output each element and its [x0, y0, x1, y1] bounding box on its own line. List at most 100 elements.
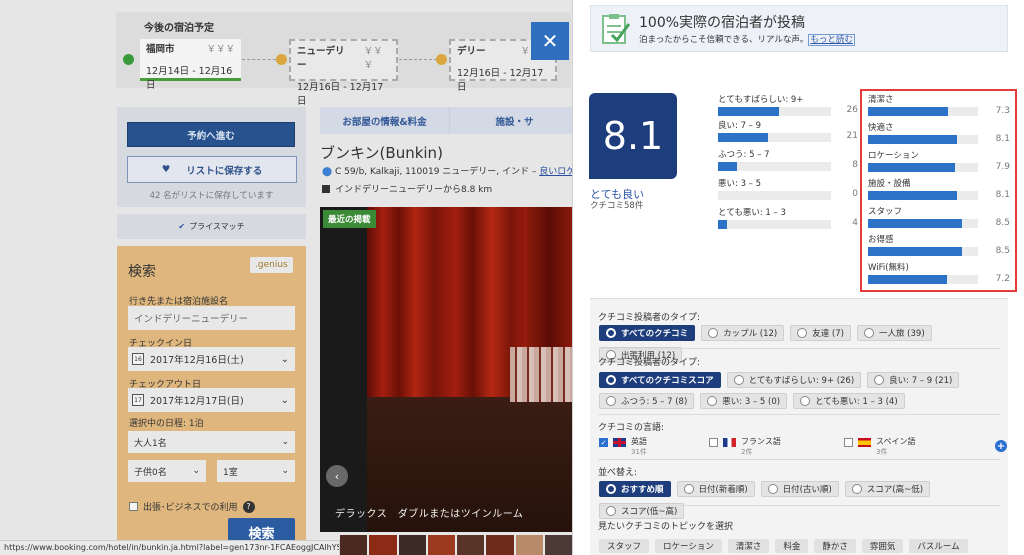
- thumbnail[interactable]: [427, 535, 455, 555]
- filter-option[interactable]: すべてのクチコミスコア: [599, 372, 721, 388]
- score-breakdown-row[interactable]: ふつう: 5 – 7 8: [718, 148, 858, 171]
- breakdown-bar-fill: [718, 107, 780, 116]
- breakdown-count: 26: [846, 105, 858, 115]
- filter-option[interactable]: 一人旅 (39): [856, 325, 932, 341]
- language-count: 31件: [631, 448, 647, 456]
- tab-rooms[interactable]: お部屋の情報&料金: [320, 107, 450, 134]
- sort-option-label: 日付(古い順): [782, 485, 832, 495]
- language-option[interactable]: フランス語 2件: [709, 436, 781, 457]
- checkbox[interactable]: [709, 438, 718, 447]
- language-name: 英語: [631, 437, 647, 446]
- rooms-select[interactable]: 1室 ⌄: [217, 460, 295, 482]
- chevron-down-icon: ⌄: [280, 353, 289, 365]
- topic-options: スタッフ ロケーション 清潔さ 料金 静かさ 雰囲気 バスルーム: [599, 539, 1004, 553]
- thumbnail[interactable]: [369, 535, 397, 555]
- price-match-link[interactable]: ✔ プライスマッチ: [117, 214, 306, 239]
- category-score: 8.1: [995, 134, 1010, 144]
- topic-chip[interactable]: 料金: [775, 539, 809, 553]
- sort-option[interactable]: おすすめ順: [599, 481, 671, 497]
- read-more-link[interactable]: もっと読む: [808, 34, 855, 46]
- filter-option-label: すべてのクチコミ: [621, 329, 689, 339]
- chevron-down-icon: ⌄: [281, 437, 289, 447]
- language-option[interactable]: ✓ 英語 31件: [599, 436, 647, 457]
- checkbox-checked-icon[interactable]: ✓: [599, 438, 608, 447]
- score-breakdown-row[interactable]: 良い: 7 – 9 21: [718, 119, 858, 142]
- checkout-select[interactable]: 17 2017年12月17日(日) ⌄: [128, 388, 295, 412]
- saved-count: 42 名がリストに保存しています: [149, 191, 274, 201]
- children-select[interactable]: 子供0名 ⌄: [128, 460, 206, 482]
- hotel-photo[interactable]: 最近の掲載 ‹ デラックス ダブルまたはツインルーム: [320, 207, 572, 532]
- category-label: 快適さ: [868, 123, 894, 133]
- reviews-panel: 100%実際の宿泊者が投稿 泊まったからこそ信頼できる、リアルな声。 もっと読む …: [572, 0, 1024, 555]
- business-checkbox[interactable]: [129, 502, 138, 511]
- heart-icon: ♥: [161, 164, 171, 175]
- radio-icon: [606, 396, 616, 406]
- category-bar-fill: [868, 163, 955, 172]
- topic-chip[interactable]: バスルーム: [909, 539, 968, 553]
- language-count: 2件: [741, 448, 753, 456]
- filter-option[interactable]: とても悪い: 1 – 3 (4): [793, 393, 905, 409]
- radio-icon: [606, 375, 616, 385]
- filter-option[interactable]: ふつう: 5 – 7 (8): [599, 393, 695, 409]
- close-button[interactable]: ✕: [531, 22, 569, 60]
- topic-chip[interactable]: ロケーション: [655, 539, 722, 553]
- radio-icon: [851, 484, 862, 494]
- reserve-button[interactable]: 予約へ進む: [127, 122, 295, 147]
- category-bar: [868, 219, 978, 228]
- sort-option[interactable]: スコア(高~低): [844, 481, 931, 497]
- previous-photo-button[interactable]: ‹: [326, 465, 348, 487]
- help-icon[interactable]: ?: [242, 500, 255, 513]
- tab-facilities[interactable]: 施設・サ: [450, 107, 580, 134]
- trip-card[interactable]: 福岡市 ￥￥￥ 12月14日 - 12月16日: [140, 39, 241, 91]
- breakdown-count: 21: [846, 131, 858, 141]
- score-breakdown-row[interactable]: 悪い: 3 – 5 0: [718, 177, 858, 200]
- checkbox[interactable]: [844, 438, 853, 447]
- score-breakdown-row[interactable]: とても悪い: 1 – 3 4: [718, 206, 858, 229]
- thumbnail[interactable]: [544, 535, 572, 555]
- hotel-tabs: お部屋の情報&料金 施設・サ: [320, 107, 580, 134]
- filter-option[interactable]: カップル (12): [701, 325, 785, 341]
- more-languages-plus-icon[interactable]: +: [995, 440, 1007, 452]
- thumbnail[interactable]: [486, 535, 514, 555]
- calendar-icon: 16: [132, 353, 144, 365]
- filter-option[interactable]: 友達 (7): [790, 325, 851, 341]
- score-breakdown-row[interactable]: とてもすばらしい: 9+ 26: [718, 93, 858, 116]
- sort-options: おすすめ順 日付(新着順) 日付(古い順) スコア(高~低) スコア(低~高): [599, 481, 1004, 519]
- filter-option[interactable]: 良い: 7 – 9 (21): [867, 372, 960, 388]
- filter-option[interactable]: すべてのクチコミ: [599, 325, 696, 341]
- filter-option-label: とてもすばらしい: 9+ (26): [748, 376, 855, 386]
- filter-option-label: 悪い: 3 – 5 (0): [722, 397, 781, 407]
- topic-chip[interactable]: スタッフ: [599, 539, 650, 553]
- sort-option-label: スコア(高~低): [866, 485, 924, 495]
- topic-chip[interactable]: 清潔さ: [727, 539, 770, 553]
- thumbnail[interactable]: [515, 535, 543, 555]
- thumbnail[interactable]: [340, 535, 368, 555]
- business-travel-option[interactable]: 出張･ビジネスでの利用 ?: [129, 500, 255, 513]
- verified-reviews-banner: 100%実際の宿泊者が投稿 泊まったからこそ信頼できる、リアルな声。 もっと読む: [590, 5, 1008, 52]
- topic-chip[interactable]: 雰囲気: [861, 539, 904, 553]
- filter-option[interactable]: とてもすばらしい: 9+ (26): [726, 372, 862, 388]
- save-to-list-button[interactable]: ♥ リストに保存する: [127, 156, 297, 183]
- topic-chip[interactable]: 静かさ: [814, 539, 856, 553]
- language-option[interactable]: スペイン語 3件: [844, 436, 915, 457]
- filter-option-label: すべてのクチコミスコア: [621, 376, 714, 386]
- category-label: 清潔さ: [868, 95, 894, 105]
- adults-select[interactable]: 大人1名 ⌄: [128, 431, 295, 453]
- destination-input[interactable]: インドデリーニューデリー: [128, 306, 295, 330]
- thumbnail[interactable]: [398, 535, 426, 555]
- sort-option-label: おすすめ順: [621, 485, 664, 495]
- nights-label: 選択中の日程: 1泊: [129, 419, 204, 429]
- breakdown-bar: [718, 133, 831, 142]
- genius-badge: .genius: [250, 257, 293, 273]
- language-count: 3件: [876, 448, 888, 456]
- thumbnail[interactable]: [457, 535, 485, 555]
- category-bar-fill: [868, 275, 948, 284]
- radio-icon: [874, 375, 885, 385]
- category-label: ロケーション: [868, 151, 919, 161]
- checkin-select[interactable]: 16 2017年12月16日(土) ⌄: [128, 347, 295, 371]
- sort-option[interactable]: 日付(新着順): [676, 481, 755, 497]
- filter-option[interactable]: 悪い: 3 – 5 (0): [700, 393, 788, 409]
- distance-text: インドデリーニューデリーから8.8 km: [335, 185, 493, 195]
- trip-card[interactable]: ニューデリー ￥￥￥ 12月16日 - 12月17日: [289, 39, 398, 107]
- sort-option[interactable]: 日付(古い順): [760, 481, 839, 497]
